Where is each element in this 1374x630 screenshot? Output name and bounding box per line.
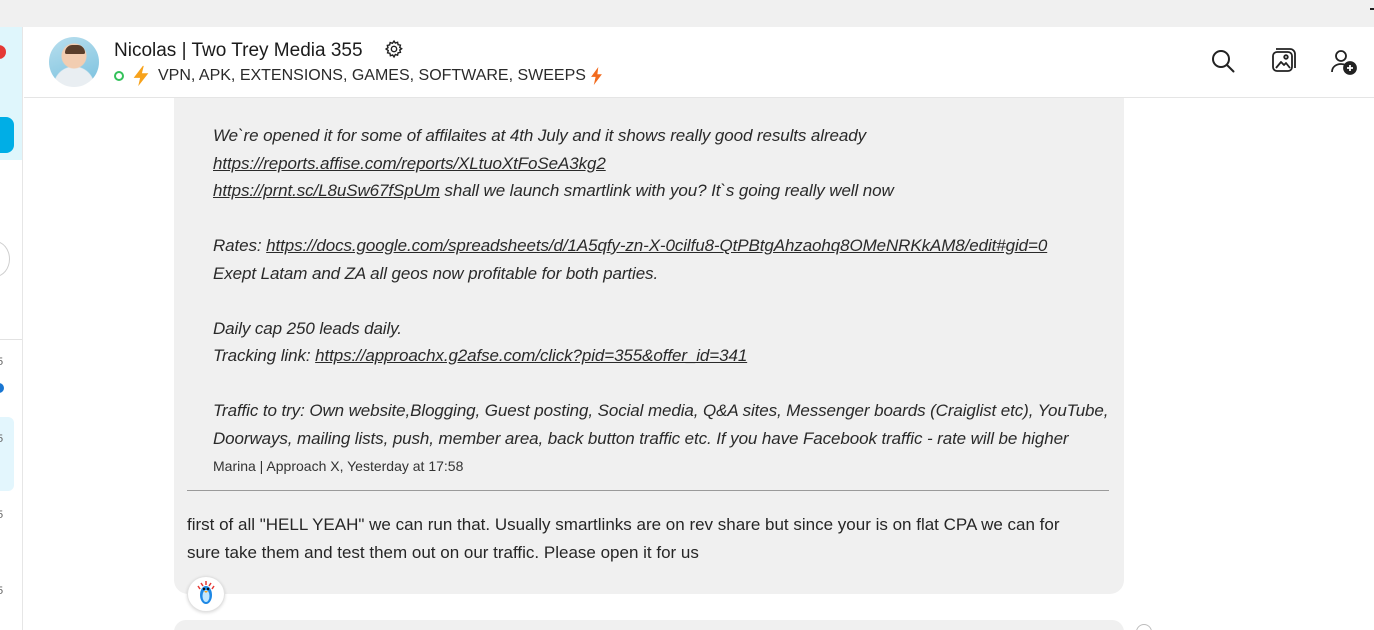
media-gallery-icon[interactable] — [1269, 47, 1297, 75]
sidebar-divider — [0, 339, 22, 340]
message-bubble[interactable]: We`re opened it for some of affilaites a… — [174, 98, 1124, 612]
reaction-button[interactable] — [187, 576, 225, 612]
conversation-list-sidebar: 5 5 5 5 — [0, 27, 23, 630]
quoted-text-line: shall we launch smartlink with you? It`s… — [439, 181, 894, 200]
message-action-button[interactable] — [1136, 624, 1152, 630]
unread-indicator — [0, 383, 4, 393]
quoted-message[interactable]: We`re opened it for some of affilaites a… — [213, 122, 1113, 452]
quoted-message-meta: Marina | Approach X, Yesterday at 17:58 — [213, 458, 464, 474]
message-text: first of all "HELL YEAH" we can run that… — [187, 515, 1060, 562]
online-status-indicator — [114, 71, 124, 81]
quoted-text-line: Traffic to try: Own website,Blogging, Gu… — [213, 401, 1109, 448]
quoted-text-line: Daily cap 250 leads daily. — [213, 318, 402, 338]
window-control-minimize[interactable] — [1370, 8, 1374, 10]
next-message-bubble[interactable] — [174, 620, 1124, 630]
chat-status-row: VPN, APK, EXTENSIONS, GAMES, SOFTWARE, S… — [114, 65, 603, 87]
quoted-text-line: We`re opened it for some of affilaites a… — [213, 126, 866, 145]
report-link[interactable]: https://reports.affise.com/reports/XLtuo… — [213, 154, 606, 173]
search-icon[interactable] — [1209, 47, 1237, 75]
gear-icon[interactable] — [384, 39, 404, 59]
lightning-icon — [591, 67, 602, 85]
add-people-icon[interactable] — [1329, 47, 1357, 75]
chat-subtitle: VPN, APK, EXTENSIONS, GAMES, SOFTWARE, S… — [158, 67, 586, 84]
penguin-emoji-icon — [197, 581, 215, 604]
rates-link[interactable]: https://docs.google.com/spreadsheets/d/1… — [266, 236, 1047, 255]
sidebar-search-button[interactable] — [0, 241, 10, 277]
rates-label: Rates: — [213, 236, 267, 255]
sidebar-action-button[interactable] — [0, 117, 14, 153]
conversation-time: 5 — [0, 585, 3, 597]
conversation-item-selected[interactable] — [0, 417, 14, 491]
quoted-text-line: Exept Latam and ZA all geos now profitab… — [213, 263, 659, 283]
window-top-bar — [0, 0, 1374, 27]
lightning-icon — [133, 65, 149, 87]
chat-title[interactable]: Nicolas | Two Trey Media 355 — [114, 40, 363, 62]
tracking-link[interactable]: https://approachx.g2afse.com/click?pid=3… — [315, 346, 747, 365]
group-avatar[interactable] — [49, 37, 99, 87]
conversation-time: 5 — [0, 433, 3, 445]
screenshot-link[interactable]: https://prnt.sc/L8uSw67fSpUm — [213, 181, 440, 200]
quote-divider — [187, 490, 1109, 491]
tracking-label: Tracking link: — [213, 346, 316, 365]
conversation-time: 5 — [0, 356, 3, 368]
chat-header: Nicolas | Two Trey Media 355 VPN, APK, E… — [24, 27, 1374, 98]
conversation-time: 5 — [0, 509, 3, 521]
